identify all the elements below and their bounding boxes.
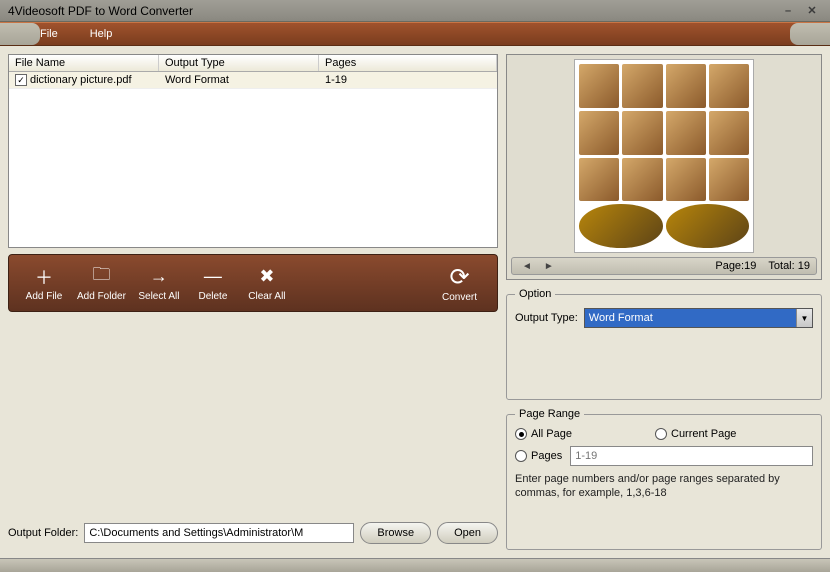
output-folder-row: Output Folder: Browse Open [8,516,498,550]
app-window: 4Videosoft PDF to Word Converter – ✕ Fil… [0,0,830,572]
preview-thumb [666,158,706,202]
x-icon: ✖ [255,265,279,289]
preview-thumb [666,64,706,108]
page-indicator: Page:19 Total: 19 [715,260,810,272]
clear-all-button[interactable]: ✖ Clear All [240,263,294,304]
browse-button[interactable]: Browse [360,522,431,544]
option-legend: Option [515,288,555,300]
right-column: ◄ ► Page:19 Total: 19 Option Output Type… [506,54,822,550]
close-button[interactable]: ✕ [802,4,822,18]
preview-thumb [709,158,749,202]
chevron-down-icon: ▼ [796,309,812,327]
refresh-icon: ⟳ [449,263,469,292]
convert-button[interactable]: ⟳ Convert [430,261,489,305]
radio-icon [655,428,667,440]
output-type-select[interactable]: Word Format ▼ [584,308,813,328]
table-row[interactable]: ✓ dictionary picture.pdf Word Format 1-1… [9,72,497,89]
file-table: File Name Output Type Pages ✓ dictionary… [8,54,498,248]
radio-icon [515,428,527,440]
col-output-type[interactable]: Output Type [159,55,319,71]
output-type-label: Output Type: [515,312,578,324]
delete-button[interactable]: — Delete [186,263,240,304]
preview-thumb [666,204,750,248]
preview-thumb [709,64,749,108]
pdf-page-preview [574,59,754,253]
radio-icon [515,450,527,462]
preview-panel: ◄ ► Page:19 Total: 19 [506,54,822,280]
preview-thumb [709,111,749,155]
row-output-type: Word Format [159,72,319,88]
window-title: 4Videosoft PDF to Word Converter [8,4,774,18]
menu-file[interactable]: File [24,28,74,40]
col-file-name[interactable]: File Name [9,55,159,71]
radio-all-page[interactable]: All Page [515,428,655,440]
add-file-button[interactable]: ＋ Add File [17,263,71,304]
menu-help[interactable]: Help [74,28,129,40]
preview-thumb [666,111,706,155]
plus-icon: ＋ [32,265,56,289]
table-header: File Name Output Type Pages [9,55,497,72]
preview-thumb [579,64,619,108]
output-folder-input[interactable] [84,523,354,543]
minimize-button[interactable]: – [778,4,798,18]
left-column: File Name Output Type Pages ✓ dictionary… [8,54,498,550]
page-range-hint: Enter page numbers and/or page ranges se… [515,472,813,501]
option-group: Option Output Type: Word Format ▼ [506,288,822,400]
row-checkbox[interactable]: ✓ [15,74,27,86]
preview-thumb [579,158,619,202]
row-filename: dictionary picture.pdf [30,74,132,86]
preview-thumb [622,64,662,108]
add-folder-button[interactable]: 🗀 Add Folder [71,263,132,304]
page-range-legend: Page Range [515,408,584,420]
output-folder-label: Output Folder: [8,527,78,539]
action-toolbar: ＋ Add File 🗀 Add Folder → Select All — D… [8,254,498,312]
preview-thumb [622,158,662,202]
prev-page-button[interactable]: ◄ [518,261,536,272]
preview-thumb [579,204,663,248]
arrow-right-icon: → [147,265,171,289]
folder-plus-icon: 🗀 [89,265,113,289]
menubar: File Help [0,22,830,46]
pages-input[interactable] [570,446,813,466]
open-button[interactable]: Open [437,522,498,544]
radio-current-page[interactable]: Current Page [655,428,736,440]
preview-thumb [622,111,662,155]
preview-nav: ◄ ► Page:19 Total: 19 [511,257,817,275]
minus-icon: — [201,265,225,289]
content-area: File Name Output Type Pages ✓ dictionary… [0,46,830,558]
col-pages[interactable]: Pages [319,55,497,71]
next-page-button[interactable]: ► [540,261,558,272]
preview-thumb [579,111,619,155]
page-range-group: Page Range All Page Current Page Pages [506,408,822,550]
footer-bar [0,558,830,572]
select-all-button[interactable]: → Select All [132,263,186,304]
row-pages: 1-19 [319,72,497,88]
titlebar: 4Videosoft PDF to Word Converter – ✕ [0,0,830,22]
radio-pages[interactable]: Pages [515,450,562,462]
